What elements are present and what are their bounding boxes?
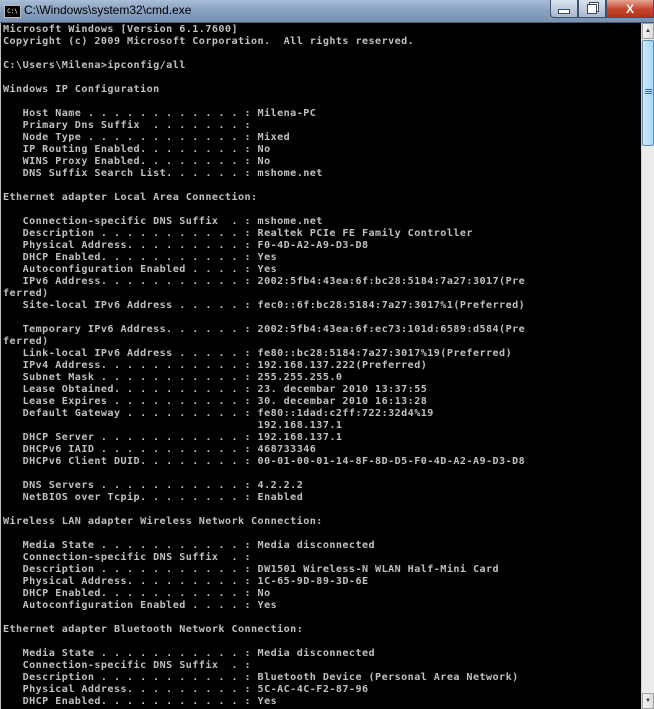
scrollbar-thumb[interactable] [642,40,654,146]
console-line: IPv4 Address. . . . . . . . . . . : 192.… [3,360,428,371]
title-bar[interactable]: C:\ C:\Windows\system32\cmd.exe X [0,0,654,23]
console-output[interactable]: Microsoft Windows [Version 6.1.7600] Copy… [0,23,641,709]
console-line: Windows IP Configuration [3,84,160,95]
console-line: Lease Expires . . . . . . . . . . : 30. … [3,396,428,407]
console-line: IP Routing Enabled. . . . . . . . : No [3,144,271,155]
console-line: ferred) [3,288,49,299]
console-line: Default Gateway . . . . . . . . . : fe80… [3,408,434,419]
console-line: Site-local IPv6 Address . . . . . : fec0… [3,300,526,311]
console-line: Lease Obtained. . . . . . . . . . : 23. … [3,384,428,395]
console-line: NetBIOS over Tcpip. . . . . . . . : Enab… [3,492,304,503]
console-line: DNS Servers . . . . . . . . . . . : 4.2.… [3,480,304,491]
console-lines: Microsoft Windows [Version 6.1.7600] Copy… [1,23,641,708]
console-line: Physical Address. . . . . . . . . : 5C-A… [3,684,369,695]
console-line: Description . . . . . . . . . . . : DW15… [3,564,500,575]
chevron-down-icon: ▼ [645,698,651,704]
console-line: Media State . . . . . . . . . . . : Medi… [3,540,376,551]
restore-button[interactable] [578,0,606,18]
console-line: Copyright (c) 2009 Microsoft Corporation… [3,36,415,47]
console-line: Autoconfiguration Enabled . . . . : Yes [3,600,278,611]
scroll-down-button[interactable]: ▼ [642,693,654,709]
console-line: DHCP Enabled. . . . . . . . . . . : Yes [3,252,278,263]
console-line: Primary Dns Suffix . . . . . . . : [3,120,252,131]
console-line: Connection-specific DNS Suffix . : [3,552,252,563]
console-line: Temporary IPv6 Address. . . . . . : 2002… [3,324,526,335]
console-line: Connection-specific DNS Suffix . : mshom… [3,216,323,227]
close-icon: X [625,1,634,16]
chevron-up-icon: ▲ [645,28,651,34]
console-line: Microsoft Windows [Version 6.1.7600] [3,24,238,35]
console-line: Connection-specific DNS Suffix . : [3,660,252,671]
console-line: DHCPv6 Client DUID. . . . . . . . : 00-0… [3,456,526,467]
grip-icon [645,89,652,90]
window-controls: X [550,0,654,18]
console-line: Host Name . . . . . . . . . . . . : Mile… [3,108,317,119]
console-line: Description . . . . . . . . . . . : Real… [3,228,473,239]
scroll-up-button[interactable]: ▲ [642,23,654,39]
cmd-app-icon[interactable]: C:\ [4,5,21,18]
console-line: DHCP Server . . . . . . . . . . . : 192.… [3,432,343,443]
console-line: DHCPv6 IAID . . . . . . . . . . . : 4687… [3,444,317,455]
console-line: DHCP Enabled. . . . . . . . . . . : No [3,588,271,599]
console-line: Ethernet adapter Bluetooth Network Conne… [3,624,304,635]
window-title: C:\Windows\system32\cmd.exe [24,3,192,17]
minimize-icon [558,8,570,14]
console-line: IPv6 Address. . . . . . . . . . . : 2002… [3,276,526,287]
console-line: Link-local IPv6 Address . . . . . : fe80… [3,348,513,359]
restore-icon [587,3,597,14]
close-button[interactable]: X [606,0,654,18]
console-line: Subnet Mask . . . . . . . . . . . : 255.… [3,372,343,383]
console-line: Media State . . . . . . . . . . . : Medi… [3,648,376,659]
console-line: DHCP Enabled. . . . . . . . . . . : Yes [3,696,278,707]
console-line: 192.168.137.1 [3,420,343,431]
console-line: Physical Address. . . . . . . . . : 1C-6… [3,576,369,587]
console-line: Wireless LAN adapter Wireless Network Co… [3,516,323,527]
console-line: DNS Suffix Search List. . . . . . : msho… [3,168,323,179]
console-line: WINS Proxy Enabled. . . . . . . . : No [3,156,271,167]
console-line: Autoconfiguration Enabled . . . . : Yes [3,264,278,275]
console-line: ferred) [3,336,49,347]
console-line: Physical Address. . . . . . . . . : F0-4… [3,240,369,251]
console-line: C:\Users\Milena>ipconfig/all [3,60,186,71]
vertical-scrollbar[interactable]: ▲ ▼ [641,23,654,709]
console-line: Ethernet adapter Local Area Connection: [3,192,258,203]
console-line: Node Type . . . . . . . . . . . . : Mixe… [3,132,291,143]
console-line: Description . . . . . . . . . . . : Blue… [3,672,519,683]
minimize-button[interactable] [550,0,578,18]
